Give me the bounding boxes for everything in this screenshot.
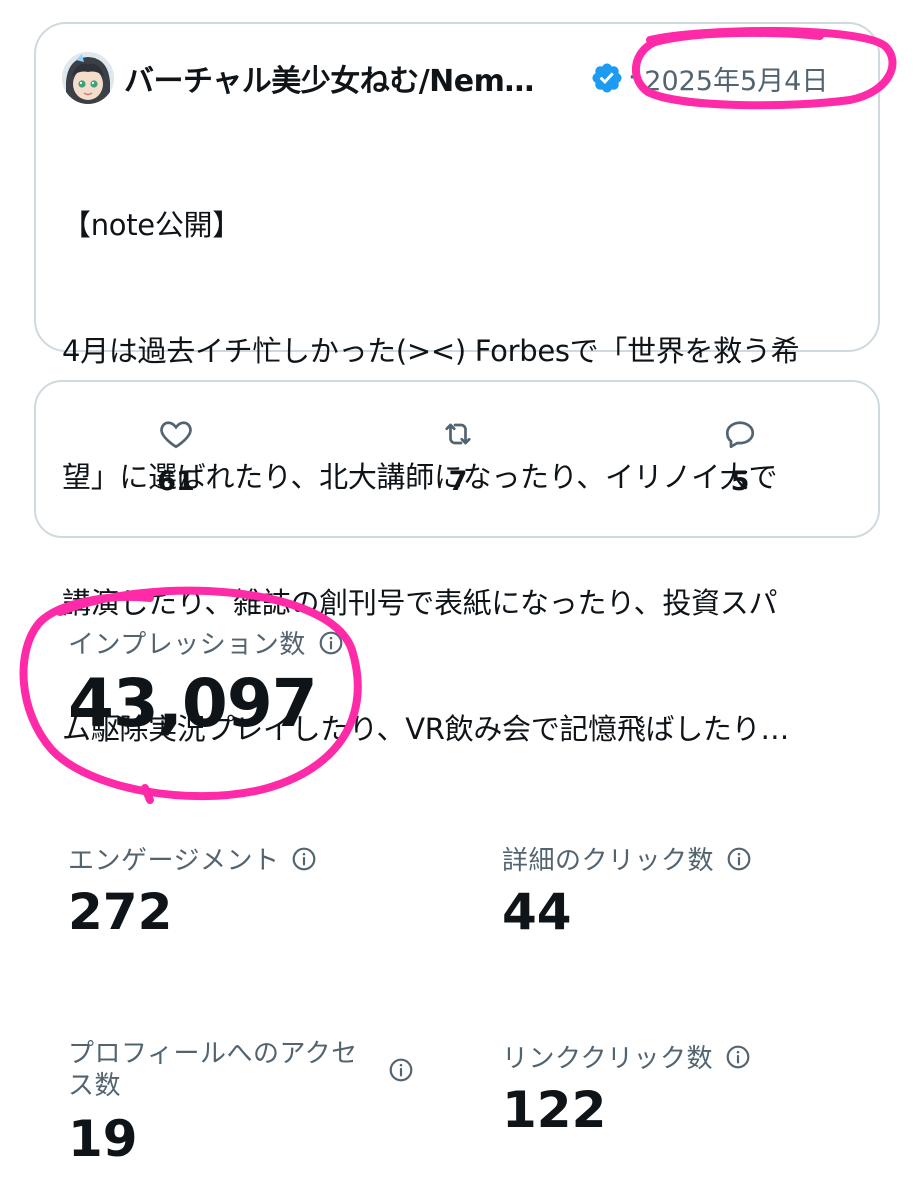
verified-badge-icon: [592, 63, 622, 93]
info-icon[interactable]: [318, 630, 344, 656]
profile-visits-value: 19: [68, 1110, 138, 1168]
engagement-card: 61 7 5: [34, 380, 880, 538]
link-clicks-metric: リンククリック数 122: [502, 1038, 751, 1139]
detail-clicks-label: 詳細のクリック数: [502, 846, 715, 876]
info-icon[interactable]: [726, 846, 752, 872]
profile-visits-label-row: プロフィールへのアクセ ス数: [68, 1038, 418, 1102]
engagements-label-row: エンゲージメント: [68, 840, 317, 877]
tweet-card[interactable]: バーチャル美少女ねむ/Nem… · 2025年5月4日 【note公開】 4月は…: [34, 22, 880, 746]
tweet-header: バーチャル美少女ねむ/Nem… · 2025年5月4日: [62, 50, 862, 106]
info-icon[interactable]: [725, 1044, 751, 1070]
profile-visits-label-line: プロフィールへのアクセ: [68, 1039, 358, 1069]
link-clicks-label-row: リンククリック数: [502, 1038, 751, 1075]
engagements-metric: エンゲージメント 272: [68, 840, 317, 941]
impressions-label: インプレッション数: [68, 630, 306, 660]
engagements-label: エンゲージメント: [68, 846, 280, 876]
retweet-icon: [445, 423, 471, 445]
engagements-value: 272: [68, 883, 173, 941]
author-name[interactable]: バーチャル美少女ねむ/Nem…: [124, 56, 554, 100]
impressions-value: 43,097: [68, 665, 318, 742]
tweet-text-line: 4月は過去イチ忙しかった(><) Forbesで「世界を救う希: [62, 334, 800, 368]
heart-icon: [160, 421, 192, 449]
tweet-text-line: 【note公開】: [62, 208, 241, 242]
reply-count: 5: [730, 466, 750, 497]
retweet-count: 7: [448, 466, 468, 497]
reply-button[interactable]: 5: [680, 416, 800, 497]
detail-clicks-metric: 詳細のクリック数 44: [502, 840, 752, 941]
separator-dot: ·: [628, 63, 637, 93]
retweet-button[interactable]: 7: [398, 416, 518, 497]
tweet-analytics-page: バーチャル美少女ねむ/Nem… · 2025年5月4日 【note公開】 4月は…: [0, 0, 915, 1200]
like-button[interactable]: 61: [116, 416, 236, 497]
tweet-text-line: 講演したり、雑誌の創刊号で表紙になったり、投資スパ: [62, 586, 778, 620]
detail-clicks-value: 44: [502, 883, 572, 941]
tweet-date[interactable]: 2025年5月4日: [644, 59, 828, 98]
impressions-metric: インプレッション数 43,097: [68, 624, 344, 742]
reply-icon: [725, 421, 755, 449]
info-icon[interactable]: [291, 846, 317, 872]
avatar[interactable]: [62, 52, 114, 104]
link-clicks-label: リンククリック数: [502, 1044, 713, 1074]
like-count: 61: [157, 466, 195, 497]
profile-visits-label: プロフィールへのアクセ ス数: [68, 1038, 368, 1102]
link-clicks-value: 122: [502, 1081, 607, 1139]
profile-visits-label-line: ス数: [68, 1071, 122, 1101]
profile-visits-metric: プロフィールへのアクセ ス数 19: [68, 1038, 418, 1168]
impressions-label-row: インプレッション数: [68, 624, 344, 661]
info-icon[interactable]: [388, 1057, 414, 1083]
detail-clicks-label-row: 詳細のクリック数: [502, 840, 752, 877]
